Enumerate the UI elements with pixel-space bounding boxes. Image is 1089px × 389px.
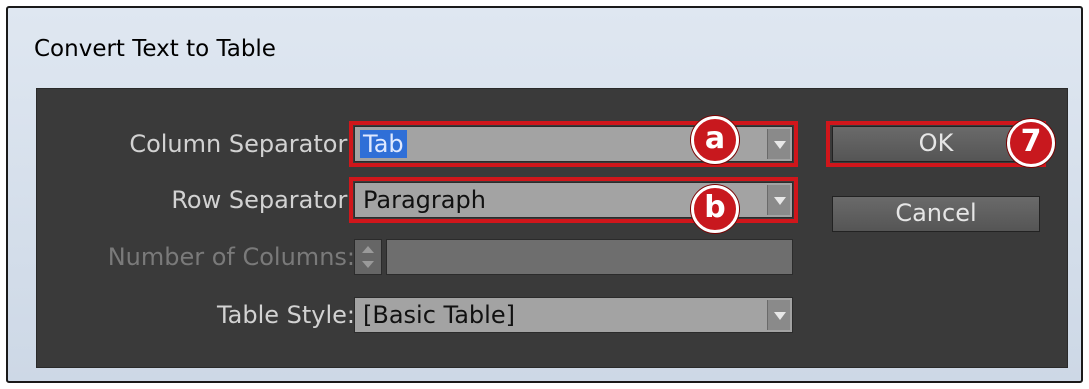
convert-text-to-table-dialog: Convert Text to Table Column Separator: … — [6, 6, 1083, 383]
row-separator-label: Row Separator: — [171, 186, 355, 214]
number-of-columns-stepper — [354, 239, 382, 275]
annotation-badge-a: a — [691, 116, 739, 164]
dialog-title: Convert Text to Table — [34, 36, 276, 62]
title-bar[interactable]: Convert Text to Table — [8, 8, 1081, 78]
annotation-badge-b: b — [691, 185, 739, 233]
dialog-body: Column Separator: Tab Row Separator: Par… — [36, 88, 1068, 368]
number-of-columns-label: Number of Columns: — [107, 243, 355, 271]
table-style-label: Table Style: — [216, 301, 355, 329]
table-style-select[interactable]: [Basic Table] — [354, 297, 793, 333]
chevron-down-icon[interactable] — [767, 300, 790, 330]
column-separator-label: Column Separator: — [129, 130, 355, 158]
cancel-button[interactable]: Cancel — [832, 196, 1040, 232]
stepper-up-icon — [362, 246, 374, 253]
annotation-badge-7: 7 — [1007, 119, 1055, 167]
number-of-columns-field — [386, 239, 793, 275]
stepper-down-icon — [362, 261, 374, 268]
table-style-value: [Basic Table] — [363, 301, 515, 329]
